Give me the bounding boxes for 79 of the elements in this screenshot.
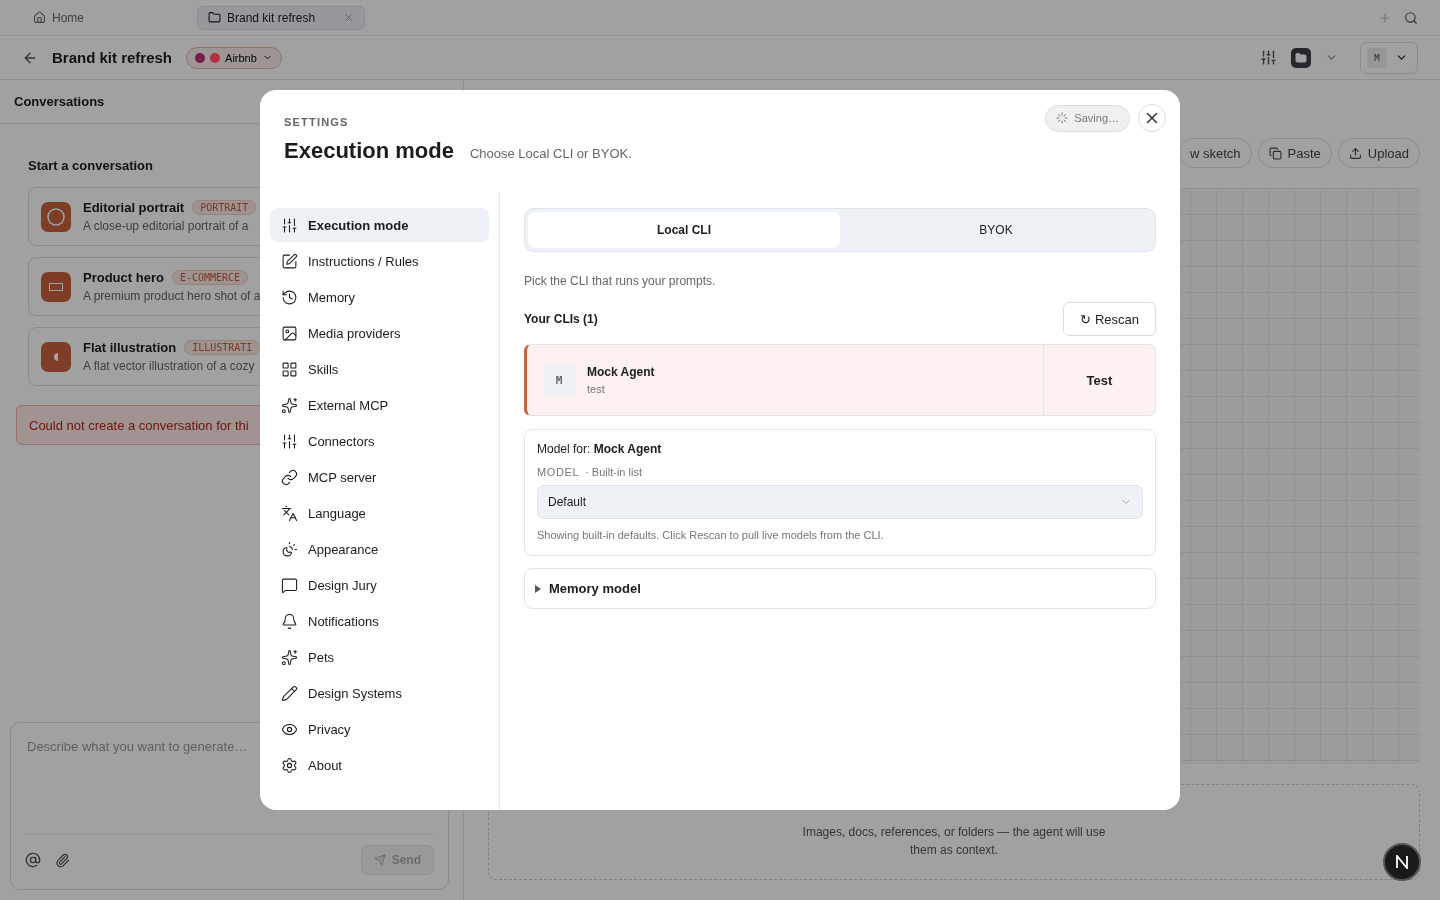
settings-nav-item[interactable]: Notifications (270, 604, 489, 638)
mention-button[interactable] (25, 852, 41, 868)
close-button[interactable] (1138, 104, 1166, 132)
project-title: Brand kit refresh (52, 49, 173, 66)
circle-tile-icon (41, 201, 71, 232)
template-tag: E-COMMERCE (171, 270, 249, 285)
sun-icon (281, 540, 298, 558)
cli-card[interactable]: M Mock Agent test Test (524, 344, 1156, 416)
pencil-icon (281, 684, 298, 702)
account-menu-button[interactable]: M (1360, 41, 1418, 74)
app-logo-button[interactable] (1383, 843, 1421, 881)
caret-icon (535, 584, 541, 593)
section-title: Start a conversation (28, 158, 154, 173)
settings-nav-item[interactable]: Pets (270, 640, 489, 674)
rectangle-tile-icon (41, 271, 71, 302)
cli-detail: test (587, 383, 606, 395)
sparkle-icon (281, 396, 298, 414)
template-tag: ILLUSTRATI (184, 340, 261, 355)
translate-icon (281, 504, 298, 522)
status-text: Saving… (1074, 112, 1119, 124)
grid-icon (281, 360, 298, 378)
folder-icon (1295, 51, 1307, 64)
history-icon (281, 288, 298, 306)
template-description: A close-up editorial portrait of a (83, 219, 250, 233)
model-label: Model for: Mock Agent (537, 442, 663, 456)
template-description: A flat vector illustration of a cozy (83, 359, 256, 373)
upload-icon (1348, 146, 1362, 160)
template-description: A premium product hero shot of a (83, 289, 261, 303)
memory-model-toggle[interactable]: Memory model (524, 568, 1156, 609)
letter-n-logo (1395, 855, 1409, 869)
rescan-button[interactable]: ↻ Rescan (1063, 302, 1156, 336)
toolbar-button[interactable]: Upload (1337, 138, 1420, 168)
pen-square-icon (281, 252, 298, 270)
sparkle-icon (281, 648, 298, 666)
clis-heading: Your CLIs (1) (524, 312, 598, 326)
bell-icon (281, 612, 298, 630)
folder-icon (208, 11, 221, 24)
image-icon (281, 324, 298, 342)
sliders-icon (281, 216, 298, 234)
browser-tab[interactable]: Home (22, 5, 95, 30)
settings-nav-item[interactable]: Design Jury (270, 568, 489, 602)
settings-icon (281, 756, 298, 774)
sliders-icon (281, 432, 298, 450)
settings-nav-item[interactable]: Language (270, 496, 489, 530)
search-button[interactable] (1404, 10, 1418, 25)
browser-tab[interactable]: Brand kit refresh (197, 5, 365, 30)
attach-button[interactable] (55, 852, 70, 868)
template-tag: PORTRAIT (192, 200, 257, 215)
dialog-title: Execution mode (284, 138, 454, 164)
chat-bubble-icon (281, 576, 298, 594)
model-select[interactable]: Default (537, 485, 1143, 519)
settings-nav-item[interactable]: Design Systems (270, 676, 489, 710)
model-note: Showing built-in defaults. Click Rescan to pull live models from the CLI. (537, 529, 885, 541)
field-label: MODEL (537, 466, 580, 478)
toolbar-button[interactable]: w sketch (1178, 138, 1252, 168)
sliders-button[interactable] (1260, 49, 1277, 66)
settings-nav-item[interactable]: Execution mode (270, 208, 489, 242)
copy-icon (1268, 146, 1282, 160)
half-moon-tile-icon (41, 341, 71, 372)
template-title: Product hero (83, 270, 164, 285)
spinner-icon (1056, 112, 1069, 124)
cli-initial: M (543, 364, 575, 396)
toolbar-button[interactable]: Paste (1257, 138, 1332, 168)
mode-tab[interactable]: BYOK (840, 212, 1152, 248)
mode-tab[interactable]: Local CLI (528, 212, 840, 248)
template-title: Flat illustration (83, 340, 177, 355)
field-source: · Built-in list (585, 466, 642, 478)
dialog-subtitle: Choose Local CLI or BYOK. (469, 146, 632, 161)
link-icon (281, 468, 298, 486)
folder-button[interactable] (1291, 47, 1311, 68)
home-icon (33, 11, 46, 24)
hint-text: Pick the CLI that runs your prompts. (524, 274, 717, 288)
test-button[interactable]: Test (1043, 345, 1155, 415)
template-title: Editorial portrait (83, 200, 185, 215)
send-icon (373, 854, 386, 866)
brand-selector[interactable]: Airbnb (186, 46, 282, 69)
settings-nav-item[interactable]: Appearance (270, 532, 489, 566)
cli-name: Mock Agent (587, 365, 655, 379)
settings-nav-item[interactable]: MCP server (270, 460, 489, 494)
